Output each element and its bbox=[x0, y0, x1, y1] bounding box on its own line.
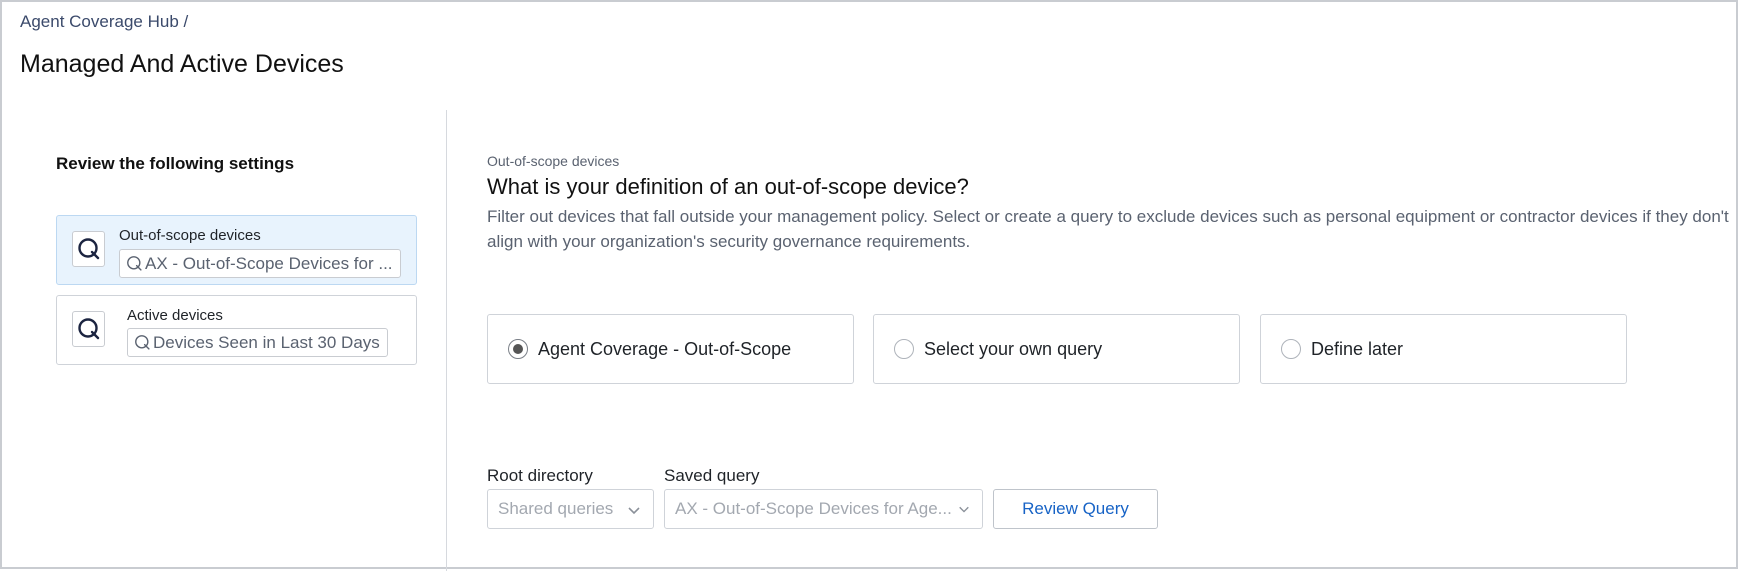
query-icon bbox=[72, 311, 105, 347]
page-title: Managed And Active Devices bbox=[20, 50, 344, 78]
chevron-down-icon bbox=[958, 503, 970, 515]
setting-card-label: Active devices bbox=[127, 307, 223, 324]
option-define-later[interactable]: Define later bbox=[1260, 314, 1627, 384]
root-directory-value: Shared queries bbox=[498, 499, 614, 518]
root-directory-select[interactable]: Shared queries bbox=[487, 489, 654, 529]
option-agent-coverage[interactable]: Agent Coverage - Out-of-Scope bbox=[487, 314, 854, 384]
saved-query-value: AX - Out-of-Scope Devices for Age... bbox=[675, 499, 952, 518]
chevron-down-icon bbox=[627, 503, 641, 517]
section-question: What is your definition of an out-of-sco… bbox=[487, 174, 969, 199]
option-label: Agent Coverage - Out-of-Scope bbox=[538, 338, 792, 359]
breadcrumb[interactable]: Agent Coverage Hub / bbox=[20, 12, 188, 32]
query-icon bbox=[126, 255, 143, 272]
section-description: Filter out devices that fall outside you… bbox=[487, 207, 1729, 251]
app-window: Agent Coverage Hub / Managed And Active … bbox=[0, 0, 1738, 571]
panel-divider bbox=[446, 110, 447, 571]
option-select-own-query[interactable]: Select your own query bbox=[873, 314, 1240, 384]
settings-heading: Review the following settings bbox=[56, 154, 295, 173]
setting-card-active-devices[interactable]: Active devices Devices Seen in Last 30 D… bbox=[56, 295, 417, 365]
setting-card-out-of-scope[interactable]: Out-of-scope devices AX - Out-of-Scope D… bbox=[56, 215, 417, 285]
query-chip[interactable]: AX - Out-of-Scope Devices for ... bbox=[119, 249, 401, 278]
saved-query-select[interactable]: AX - Out-of-Scope Devices for Age... bbox=[664, 489, 983, 529]
query-chip-text: Devices Seen in Last 30 Days bbox=[153, 332, 380, 352]
review-query-button[interactable]: Review Query bbox=[993, 489, 1158, 529]
query-icon bbox=[72, 231, 105, 267]
query-icon bbox=[134, 334, 151, 351]
setting-card-label: Out-of-scope devices bbox=[119, 227, 261, 244]
query-chip[interactable]: Devices Seen in Last 30 Days bbox=[127, 328, 388, 357]
saved-query-label: Saved query bbox=[664, 466, 760, 485]
query-chip-text: AX - Out-of-Scope Devices for ... bbox=[145, 253, 393, 273]
option-label: Select your own query bbox=[924, 338, 1103, 359]
section-label: Out-of-scope devices bbox=[487, 153, 620, 169]
radio-unchecked[interactable] bbox=[1281, 339, 1301, 359]
option-label: Define later bbox=[1311, 338, 1404, 359]
root-directory-label: Root directory bbox=[487, 466, 593, 485]
radio-checked[interactable] bbox=[508, 339, 528, 359]
radio-unchecked[interactable] bbox=[894, 339, 914, 359]
